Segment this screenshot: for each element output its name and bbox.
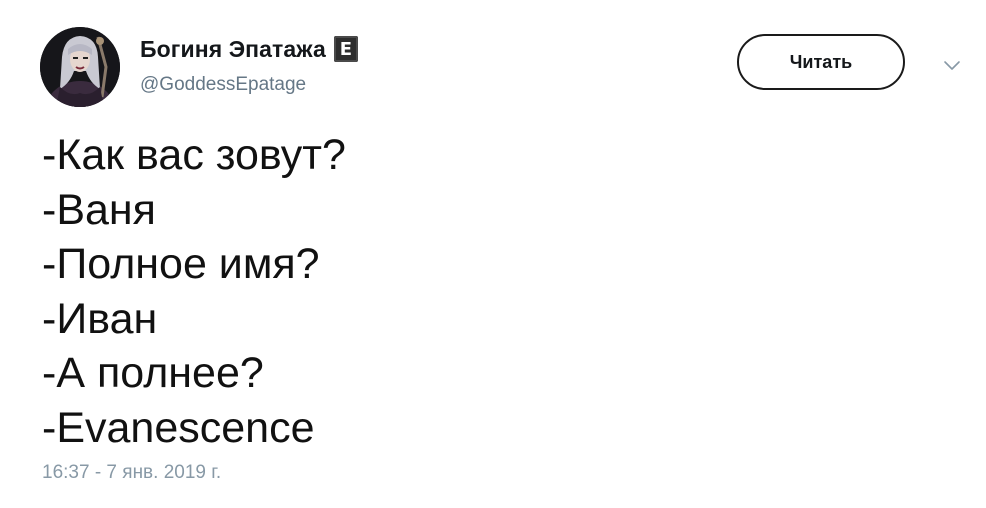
name-emoji-badge: E xyxy=(333,36,358,62)
author-handle[interactable]: @GoddessEpatage xyxy=(140,74,306,96)
author-display-name[interactable]: Богиня Эпатажа xyxy=(140,36,326,63)
avatar-portrait-icon xyxy=(40,27,120,107)
tweet-timestamp[interactable]: 16:37 - 7 янв. 2019 г. xyxy=(42,462,221,484)
tweet-line: -Иван xyxy=(42,294,158,343)
tweet-line: -А полнее? xyxy=(42,349,264,397)
tweet-line: -Ваня xyxy=(42,185,156,234)
chevron-down-icon[interactable] xyxy=(938,56,966,76)
avatar[interactable] xyxy=(40,27,120,107)
tweet-text: -Как вас зовут? -Ваня -Полное имя? -Иван… xyxy=(42,128,942,455)
follow-button[interactable]: Читать xyxy=(737,34,905,90)
author-name-row[interactable]: Богиня Эпатажа E xyxy=(140,32,358,66)
tweet-line: -Evanescence xyxy=(42,403,315,452)
tweet-line: -Как вас зовут? xyxy=(42,131,346,179)
tweet-line: -Полное имя? xyxy=(42,240,320,288)
